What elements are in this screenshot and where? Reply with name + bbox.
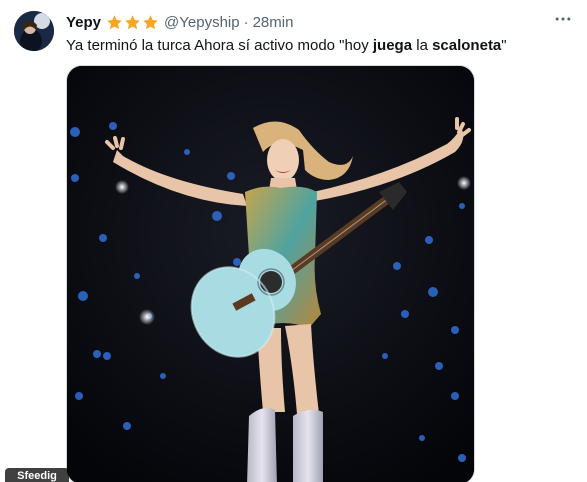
timestamp[interactable]: 28min <box>253 14 294 31</box>
ellipsis-icon <box>555 17 571 21</box>
concert-photo <box>67 66 474 482</box>
tweet-text-part: " <box>501 37 507 54</box>
separator-dot: · <box>243 13 249 31</box>
media-badge[interactable]: Sfeedig <box>5 468 69 482</box>
star-icon <box>143 14 158 29</box>
more-options-button[interactable] <box>550 8 576 30</box>
star-icon <box>107 14 122 29</box>
tweet-card[interactable]: Yepy @Yepyship · 28min Ya terminó la tur… <box>0 0 587 482</box>
star-badges <box>106 14 160 31</box>
tweet-header: Yepy @Yepyship · 28min <box>66 12 293 32</box>
tweet-text-bold: scaloneta <box>432 37 502 54</box>
tweet-text-part: Ya terminó la turca Ahora sí activo modo… <box>66 37 373 54</box>
user-handle[interactable]: @Yepyship <box>164 14 240 31</box>
tweet-text-part: la <box>412 37 433 54</box>
tweet-media-photo[interactable] <box>66 65 475 482</box>
display-name[interactable]: Yepy <box>66 14 101 31</box>
tweet-text-bold: juega <box>372 37 413 54</box>
star-icon <box>125 14 140 29</box>
tweet-text: Ya terminó la turca Ahora sí activo modo… <box>66 36 566 56</box>
avatar[interactable] <box>14 11 54 51</box>
avatar-image <box>14 11 54 51</box>
